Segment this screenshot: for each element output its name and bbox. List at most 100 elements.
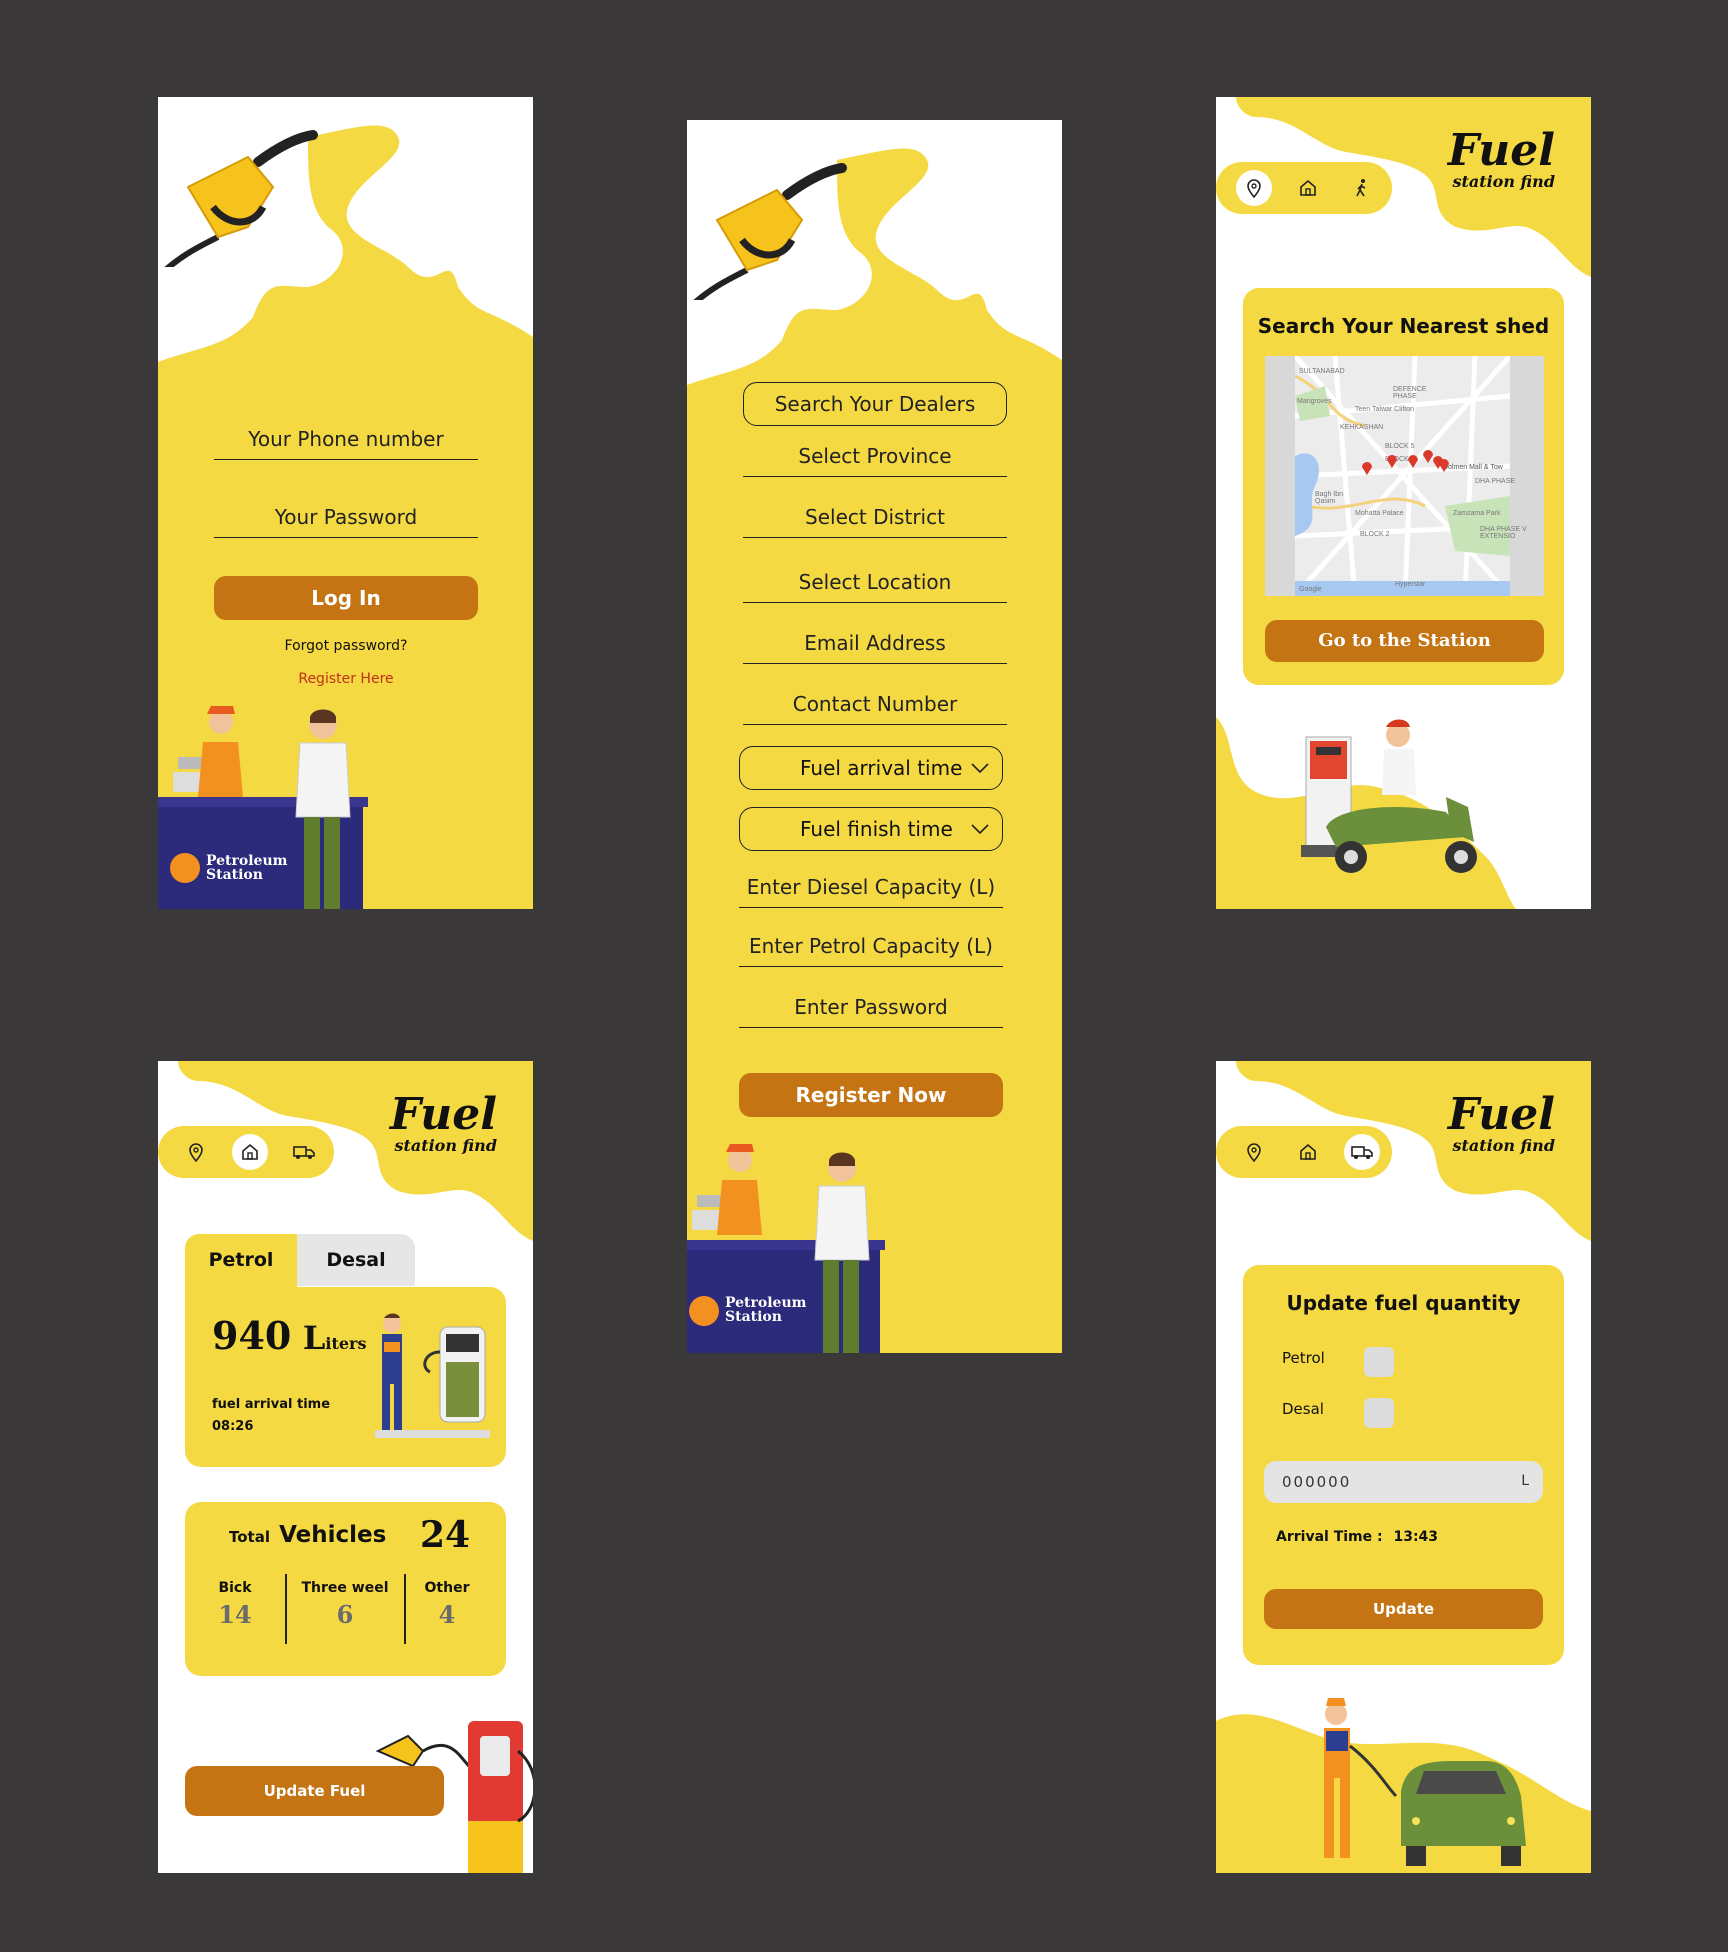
arrival-time-label: Arrival Time :: [1276, 1529, 1383, 1545]
walk-icon: [1356, 179, 1366, 197]
tab-petrol[interactable]: Petrol: [185, 1234, 297, 1294]
station-sign-line2: Station: [725, 1309, 782, 1325]
chevron-down-icon: [971, 763, 989, 774]
brand-subtitle: station find: [1452, 172, 1555, 191]
district-select[interactable]: Select District: [743, 505, 1007, 538]
brand-logo: Fuel station find: [1448, 1093, 1555, 1155]
location-select[interactable]: Select Location: [743, 570, 1007, 603]
brand-logo: Fuel station find: [390, 1093, 497, 1155]
nav-location[interactable]: [1236, 170, 1272, 206]
petrol-capacity-field[interactable]: Enter Petrol Capacity (L): [739, 934, 1003, 967]
chevron-down-icon: [971, 824, 989, 835]
worker-refueling-car-illustration: [1324, 1698, 1526, 1866]
truck-icon: [1351, 1146, 1373, 1159]
search-shed-card: Search Your Nearest shed SULTANABAD DEFE…: [1243, 288, 1564, 685]
petrol-checkbox[interactable]: [1364, 1347, 1394, 1377]
nav-delivery[interactable]: [1344, 1134, 1380, 1170]
register-now-button[interactable]: Register Now: [739, 1073, 1003, 1117]
bottom-nav: [1216, 162, 1392, 214]
nav-location[interactable]: [178, 1134, 214, 1170]
desal-label: Desal: [1282, 1400, 1324, 1418]
go-to-station-button[interactable]: Go to the Station: [1265, 620, 1544, 662]
login-screen: Your Phone number Your Password Log In F…: [158, 97, 533, 909]
quantity-unit: L: [1521, 1473, 1529, 1489]
category-other: Other 4: [407, 1580, 487, 1629]
nav-location[interactable]: [1236, 1134, 1272, 1170]
fuel-finish-dropdown[interactable]: Fuel finish time: [739, 807, 1003, 851]
home-screen: Fuel station find Petrol Desal 940 Liter…: [158, 1061, 533, 1873]
fuel-arrival-time: 08:26: [212, 1419, 254, 1434]
total-vehicles-value: 24: [420, 1514, 471, 1556]
update-quantity-heading: Update fuel quantity: [1286, 1291, 1521, 1315]
diesel-capacity-field[interactable]: Enter Diesel Capacity (L): [739, 875, 1003, 908]
desal-checkbox[interactable]: [1364, 1398, 1394, 1428]
category-divider: [404, 1574, 406, 1644]
phone-field[interactable]: Your Phone number: [214, 427, 478, 460]
station-sign-line2: Station: [206, 867, 263, 883]
category-bike: Bick 14: [195, 1580, 275, 1629]
station-logo-icon: [689, 1296, 719, 1326]
home-icon: [1300, 179, 1316, 196]
update-button[interactable]: Update: [1264, 1589, 1543, 1629]
home-icon: [1300, 1143, 1316, 1160]
nav-home[interactable]: [1290, 170, 1326, 206]
brand-subtitle: station find: [394, 1136, 497, 1155]
arrival-time-value: 13:43: [1393, 1529, 1439, 1545]
province-select[interactable]: Select Province: [743, 444, 1007, 477]
update-quantity-card: Update fuel quantity Petrol Desal 000000…: [1243, 1265, 1564, 1665]
vehicles-card: Total Vehicles 24 Bick 14 Three weel 6 O…: [185, 1502, 506, 1676]
password-field[interactable]: Your Password: [214, 505, 478, 538]
customer-illustration: [814, 1152, 870, 1353]
category-label: Bick: [218, 1580, 252, 1596]
total-big: Vehicles: [279, 1522, 387, 1548]
register-screen: Search Your Dealers Select Province Sele…: [687, 120, 1062, 1353]
update-fuel-button[interactable]: Update Fuel: [185, 1766, 444, 1816]
fuel-nozzle-illustration: [693, 163, 847, 300]
search-shed-heading: Search Your Nearest shed: [1257, 314, 1550, 338]
login-button[interactable]: Log In: [214, 576, 478, 620]
pump-worker-illustration: [375, 1313, 490, 1438]
truck-icon: [293, 1146, 315, 1159]
quantity-value: 000000: [1282, 1473, 1352, 1491]
tab-desal[interactable]: Desal: [297, 1234, 415, 1286]
petrol-label: Petrol: [1282, 1349, 1325, 1367]
nav-walk[interactable]: [1344, 170, 1380, 206]
fuel-arrival-label: fuel arrival time: [212, 1397, 331, 1412]
brand-logo: Fuel station find: [1448, 129, 1555, 191]
customer-illustration: [295, 709, 351, 909]
password-field[interactable]: Enter Password: [739, 995, 1003, 1028]
category-three-wheel: Three weel 6: [287, 1580, 403, 1629]
register-link[interactable]: Register Here: [214, 671, 478, 687]
contact-number-field[interactable]: Contact Number: [743, 692, 1007, 725]
quantity-input[interactable]: 000000 L: [1264, 1461, 1543, 1503]
fuel-arrival-dropdown[interactable]: Fuel arrival time: [739, 746, 1003, 790]
update-screen: Fuel station find Update fuel quantity P…: [1216, 1061, 1591, 1873]
nav-delivery[interactable]: [286, 1134, 322, 1170]
location-pin-icon: [1247, 179, 1261, 198]
category-label: Three weel: [301, 1580, 389, 1596]
category-value: 6: [336, 1600, 354, 1629]
liters-unit-big: L: [302, 1319, 326, 1357]
brand-title: Fuel: [389, 1089, 497, 1140]
brand-title: Fuel: [1447, 1089, 1555, 1140]
nav-home[interactable]: [1290, 1134, 1326, 1170]
station-logo-icon: [170, 853, 200, 883]
station-sign: Petroleum Station: [206, 854, 287, 882]
bottom-nav: [1216, 1126, 1392, 1178]
map-view[interactable]: SULTANABAD DEFENCE PHASE Teen Talwar Cli…: [1265, 356, 1544, 596]
map-markers: [1362, 450, 1449, 475]
station-sign-line1: Petroleum: [725, 1295, 807, 1311]
station-sign-line1: Petroleum: [206, 853, 288, 869]
forgot-password-link[interactable]: Forgot password?: [214, 638, 478, 654]
category-value: 4: [438, 1600, 456, 1629]
fuel-finish-label: Fuel finish time: [800, 817, 953, 841]
fuel-stock-card: 940 Liters fuel arrival time 08:26: [185, 1287, 506, 1467]
attendant-illustration: [692, 1144, 762, 1235]
brand-subtitle: station find: [1452, 1136, 1555, 1155]
nav-home[interactable]: [232, 1134, 268, 1170]
fuel-nozzle-illustration: [164, 130, 318, 267]
map-screen: Fuel station find Search Your Nearest sh…: [1216, 97, 1591, 909]
search-dealers-button[interactable]: Search Your Dealers: [743, 382, 1007, 426]
arrival-time-row: Arrival Time : 13:43: [1276, 1529, 1438, 1545]
email-field[interactable]: Email Address: [743, 631, 1007, 664]
